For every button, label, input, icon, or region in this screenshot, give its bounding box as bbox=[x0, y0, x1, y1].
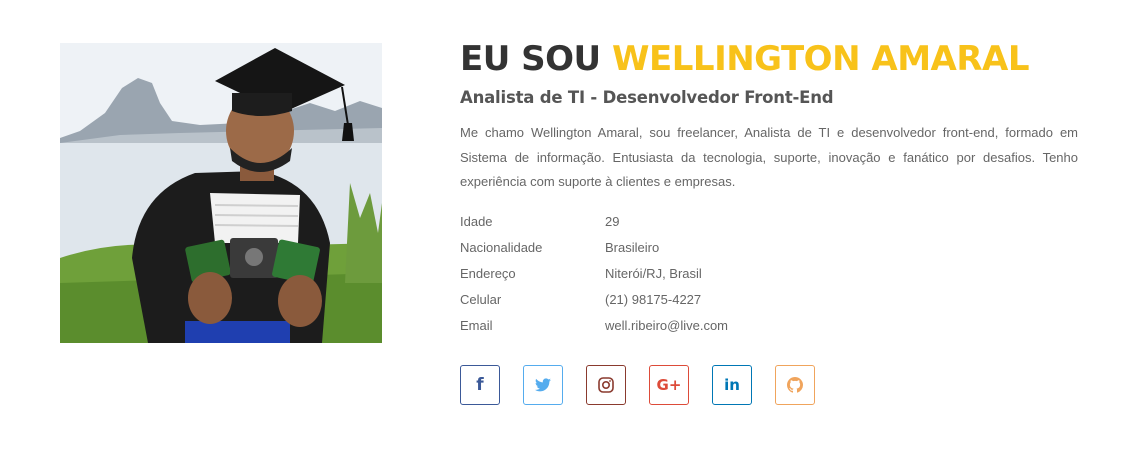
linkedin-button[interactable]: in bbox=[712, 364, 752, 405]
headline-prefix: EU SOU bbox=[460, 39, 613, 79]
profile-content: EU SOU WELLINGTON AMARAL Analista de TI … bbox=[460, 38, 1080, 405]
info-row-address: Endereço Niterói/RJ, Brasil bbox=[460, 261, 1080, 287]
info-row-phone: Celular (21) 98175-4227 bbox=[460, 287, 1080, 313]
github-button[interactable] bbox=[775, 364, 815, 405]
instagram-button[interactable] bbox=[586, 364, 626, 405]
info-row-email: Email well.ribeiro@live.com bbox=[460, 313, 1080, 339]
info-value: 29 bbox=[605, 214, 620, 229]
info-value: Brasileiro bbox=[605, 240, 660, 255]
social-links: f G+ in bbox=[460, 364, 1080, 405]
google-plus-button[interactable]: G+ bbox=[649, 364, 689, 405]
facebook-button[interactable]: f bbox=[460, 364, 500, 405]
linkedin-icon: in bbox=[724, 375, 740, 394]
headline-name: WELLINGTON AMARAL bbox=[612, 39, 1029, 79]
facebook-icon: f bbox=[476, 374, 484, 395]
twitter-button[interactable] bbox=[523, 364, 563, 405]
info-label: Endereço bbox=[460, 266, 516, 281]
instagram-icon bbox=[598, 376, 614, 393]
page-title: EU SOU WELLINGTON AMARAL bbox=[460, 38, 1080, 80]
info-row-age: Idade 29 bbox=[460, 209, 1080, 235]
twitter-icon bbox=[535, 377, 551, 392]
info-label: Celular bbox=[460, 292, 502, 307]
google-plus-icon: G+ bbox=[656, 375, 682, 394]
info-row-nationality: Nacionalidade Brasileiro bbox=[460, 235, 1080, 261]
info-label: Nacionalidade bbox=[460, 240, 543, 255]
profile-photo bbox=[60, 43, 382, 343]
info-label: Email bbox=[460, 318, 493, 333]
info-value: Niterói/RJ, Brasil bbox=[605, 266, 702, 281]
bio-text: Me chamo Wellington Amaral, sou freelanc… bbox=[460, 125, 1078, 189]
info-value: well.ribeiro@live.com bbox=[605, 318, 729, 333]
github-icon bbox=[787, 376, 803, 393]
job-title: Analista de TI - Desenvolvedor Front-End bbox=[460, 88, 834, 107]
info-label: Idade bbox=[460, 214, 493, 229]
info-value: (21) 98175-4227 bbox=[605, 292, 702, 307]
info-list: Idade 29 Nacionalidade Brasileiro Endere… bbox=[460, 209, 1080, 339]
